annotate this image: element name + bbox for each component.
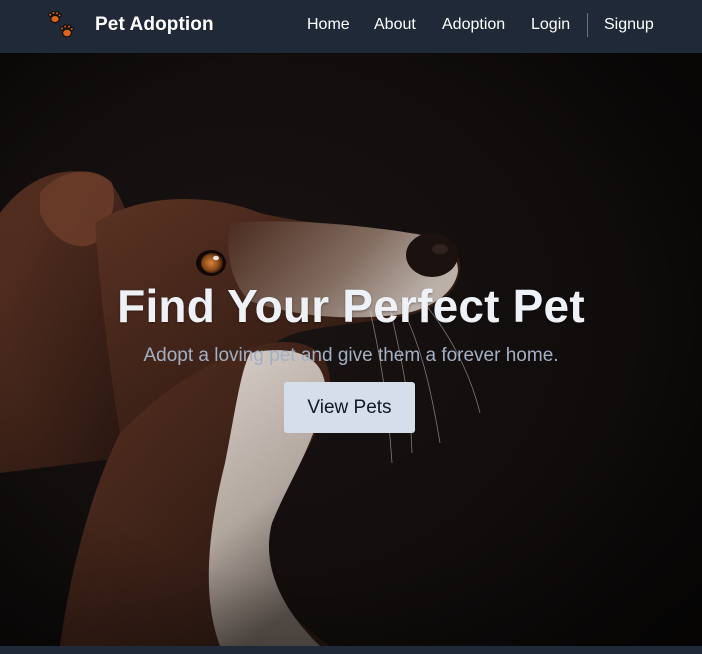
nav-link-about[interactable]: About — [374, 16, 416, 34]
hero-subtitle: Adopt a loving pet and give them a forev… — [143, 345, 559, 366]
nav-link-adoption[interactable]: Adoption — [442, 16, 505, 34]
nav-link-home[interactable]: Home — [307, 16, 350, 34]
nav-links: Home About Adoption Login Signup — [0, 0, 702, 53]
nav-divider — [587, 13, 588, 37]
hero-section: Find Your Perfect Pet Adopt a loving pet… — [0, 53, 702, 646]
nav-link-login[interactable]: Login — [531, 16, 570, 34]
hero-title: Find Your Perfect Pet — [117, 280, 585, 332]
nav-link-signup[interactable]: Signup — [604, 16, 654, 34]
navbar: Pet Adoption Home About Adoption Login S… — [0, 0, 702, 53]
view-pets-button[interactable]: View Pets — [284, 382, 415, 433]
footer-strip — [0, 646, 702, 654]
